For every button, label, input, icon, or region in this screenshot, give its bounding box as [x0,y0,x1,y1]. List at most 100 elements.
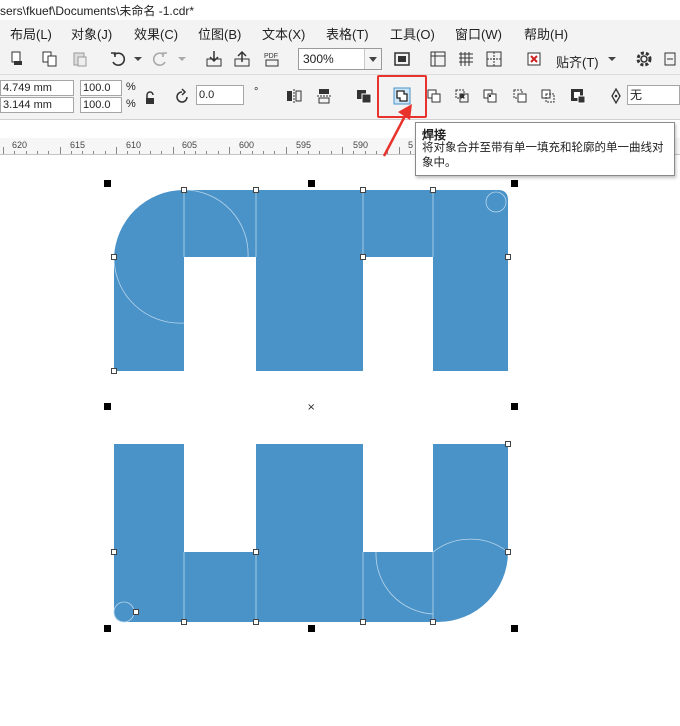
path-node[interactable] [181,619,187,625]
ruler-tick [342,147,343,154]
chevron-down-icon[interactable] [364,49,381,69]
path-node[interactable] [111,254,117,260]
paste-icon[interactable] [70,49,90,69]
menu-window[interactable]: 窗口(W) [455,24,502,43]
zoom-level-value: 300% [303,52,334,66]
selection-handle[interactable] [104,403,111,410]
selection-handle[interactable] [308,180,315,187]
snap-dropdown-icon[interactable] [602,49,622,69]
menu-tools[interactable]: 工具(O) [390,24,435,43]
height-field[interactable]: 3.144 mm [0,97,74,113]
ruler-tick [229,147,230,154]
toolbar-options-icon[interactable] [660,49,680,69]
show-grid-icon[interactable] [456,49,476,69]
path-node[interactable] [253,549,259,555]
width-field[interactable]: 4.749 mm [0,80,74,96]
import-icon[interactable] [204,49,224,69]
gear-icon[interactable] [634,49,654,69]
mirror-horizontal-icon[interactable] [284,86,304,106]
rotate-icon [172,87,192,107]
redo-icon[interactable] [150,49,170,69]
path-node[interactable] [360,619,366,625]
menu-object[interactable]: 对象(J) [71,24,112,43]
ruler-tick [3,147,4,154]
weld-tooltip: 焊接 将对象合并至带有单一填充和轮廓的单一曲线对象中。 [415,122,675,176]
ruler-label: 615 [70,140,86,150]
selection-handle[interactable] [511,403,518,410]
title-bar: sers\fkuef\Documents\未命名 -1.cdr* [0,0,680,20]
path-node[interactable] [360,254,366,260]
center-marker-icon[interactable]: × [307,402,315,413]
front-minus-back-icon[interactable] [510,86,530,106]
intersect-icon[interactable] [452,86,472,106]
menu-layout[interactable]: 布局(L) [10,24,52,43]
path-node[interactable] [253,619,259,625]
selection-handle[interactable] [511,625,518,632]
path-node[interactable] [430,187,436,193]
standard-toolbar: PDF 300% 贴齐(T) [0,44,680,75]
combine-icon[interactable] [354,86,374,106]
snap-to-menu[interactable]: 贴齐(T) [556,52,599,71]
snap-off-icon[interactable] [524,49,544,69]
path-node[interactable] [505,254,511,260]
ruler-tick [116,147,117,154]
rotation-field[interactable]: 0.0 [196,85,244,105]
ruler-label: 600 [239,140,255,150]
path-node[interactable] [430,619,436,625]
back-minus-front-icon[interactable] [538,86,558,106]
bottom-shape[interactable] [114,444,508,622]
path-node[interactable] [111,368,117,374]
menu-bitmap[interactable]: 位图(B) [198,24,241,43]
path-node[interactable] [133,609,139,615]
menu-effects[interactable]: 效果(C) [134,24,178,43]
path-node[interactable] [505,441,511,447]
ruler-label: 595 [296,140,312,150]
path-node[interactable] [253,187,259,193]
selection-handle[interactable] [511,180,518,187]
mirror-vertical-icon[interactable] [314,86,334,106]
ruler-tick [59,147,61,154]
path-node[interactable] [111,549,117,555]
selection-handle[interactable] [104,625,111,632]
undo-dropdown-icon[interactable] [128,49,148,69]
svg-text:PDF: PDF [264,53,278,60]
top-shape[interactable] [114,190,508,371]
outline-width-field[interactable]: 无 [627,85,680,105]
window-title: sers\fkuef\Documents\未命名 -1.cdr* [0,4,195,18]
path-node[interactable] [505,549,511,555]
ruler-tick [285,147,287,154]
selection-handle[interactable] [104,180,111,187]
zoom-level-select[interactable]: 300% [298,48,382,70]
simplify-icon[interactable] [480,86,500,106]
drawing-canvas[interactable]: × [0,154,680,726]
property-bar: 4.749 mm 3.144 mm 100.0 100.0 % % 0.0 ° … [0,75,680,120]
redo-dropdown-icon[interactable] [172,49,192,69]
path-node[interactable] [181,187,187,193]
export-icon[interactable] [232,49,252,69]
show-guidelines-icon[interactable] [484,49,504,69]
menu-help[interactable]: 帮助(H) [524,24,568,43]
show-rulers-icon[interactable] [428,49,448,69]
menu-table[interactable]: 表格(T) [326,24,369,43]
scale-y-field[interactable]: 100.0 [80,97,122,113]
copy-properties-icon[interactable] [8,49,28,69]
scale-x-unit: % [126,81,136,93]
selection-handle[interactable] [308,625,315,632]
pen-nib-icon [606,86,626,106]
menu-text[interactable]: 文本(X) [262,24,305,43]
rotation-unit: ° [254,86,259,98]
tooltip-description: 将对象合并至带有单一填充和轮廓的单一曲线对象中。 [422,142,664,169]
ruler-label: 590 [353,140,369,150]
ruler-label: 610 [126,140,142,150]
full-screen-icon[interactable] [392,49,412,69]
undo-icon[interactable] [108,49,128,69]
menu-bar: 布局(L) 对象(J) 效果(C) 位图(B) 文本(X) 表格(T) 工具(O… [0,20,680,45]
ruler-tick [172,147,174,154]
ruler-label: 620 [12,140,28,150]
publish-pdf-icon[interactable]: PDF [262,49,282,69]
copy-icon[interactable] [40,49,60,69]
lock-ratio-icon[interactable] [140,88,160,108]
create-boundary-icon[interactable] [568,86,588,106]
scale-x-field[interactable]: 100.0 [80,80,122,96]
path-node[interactable] [360,187,366,193]
